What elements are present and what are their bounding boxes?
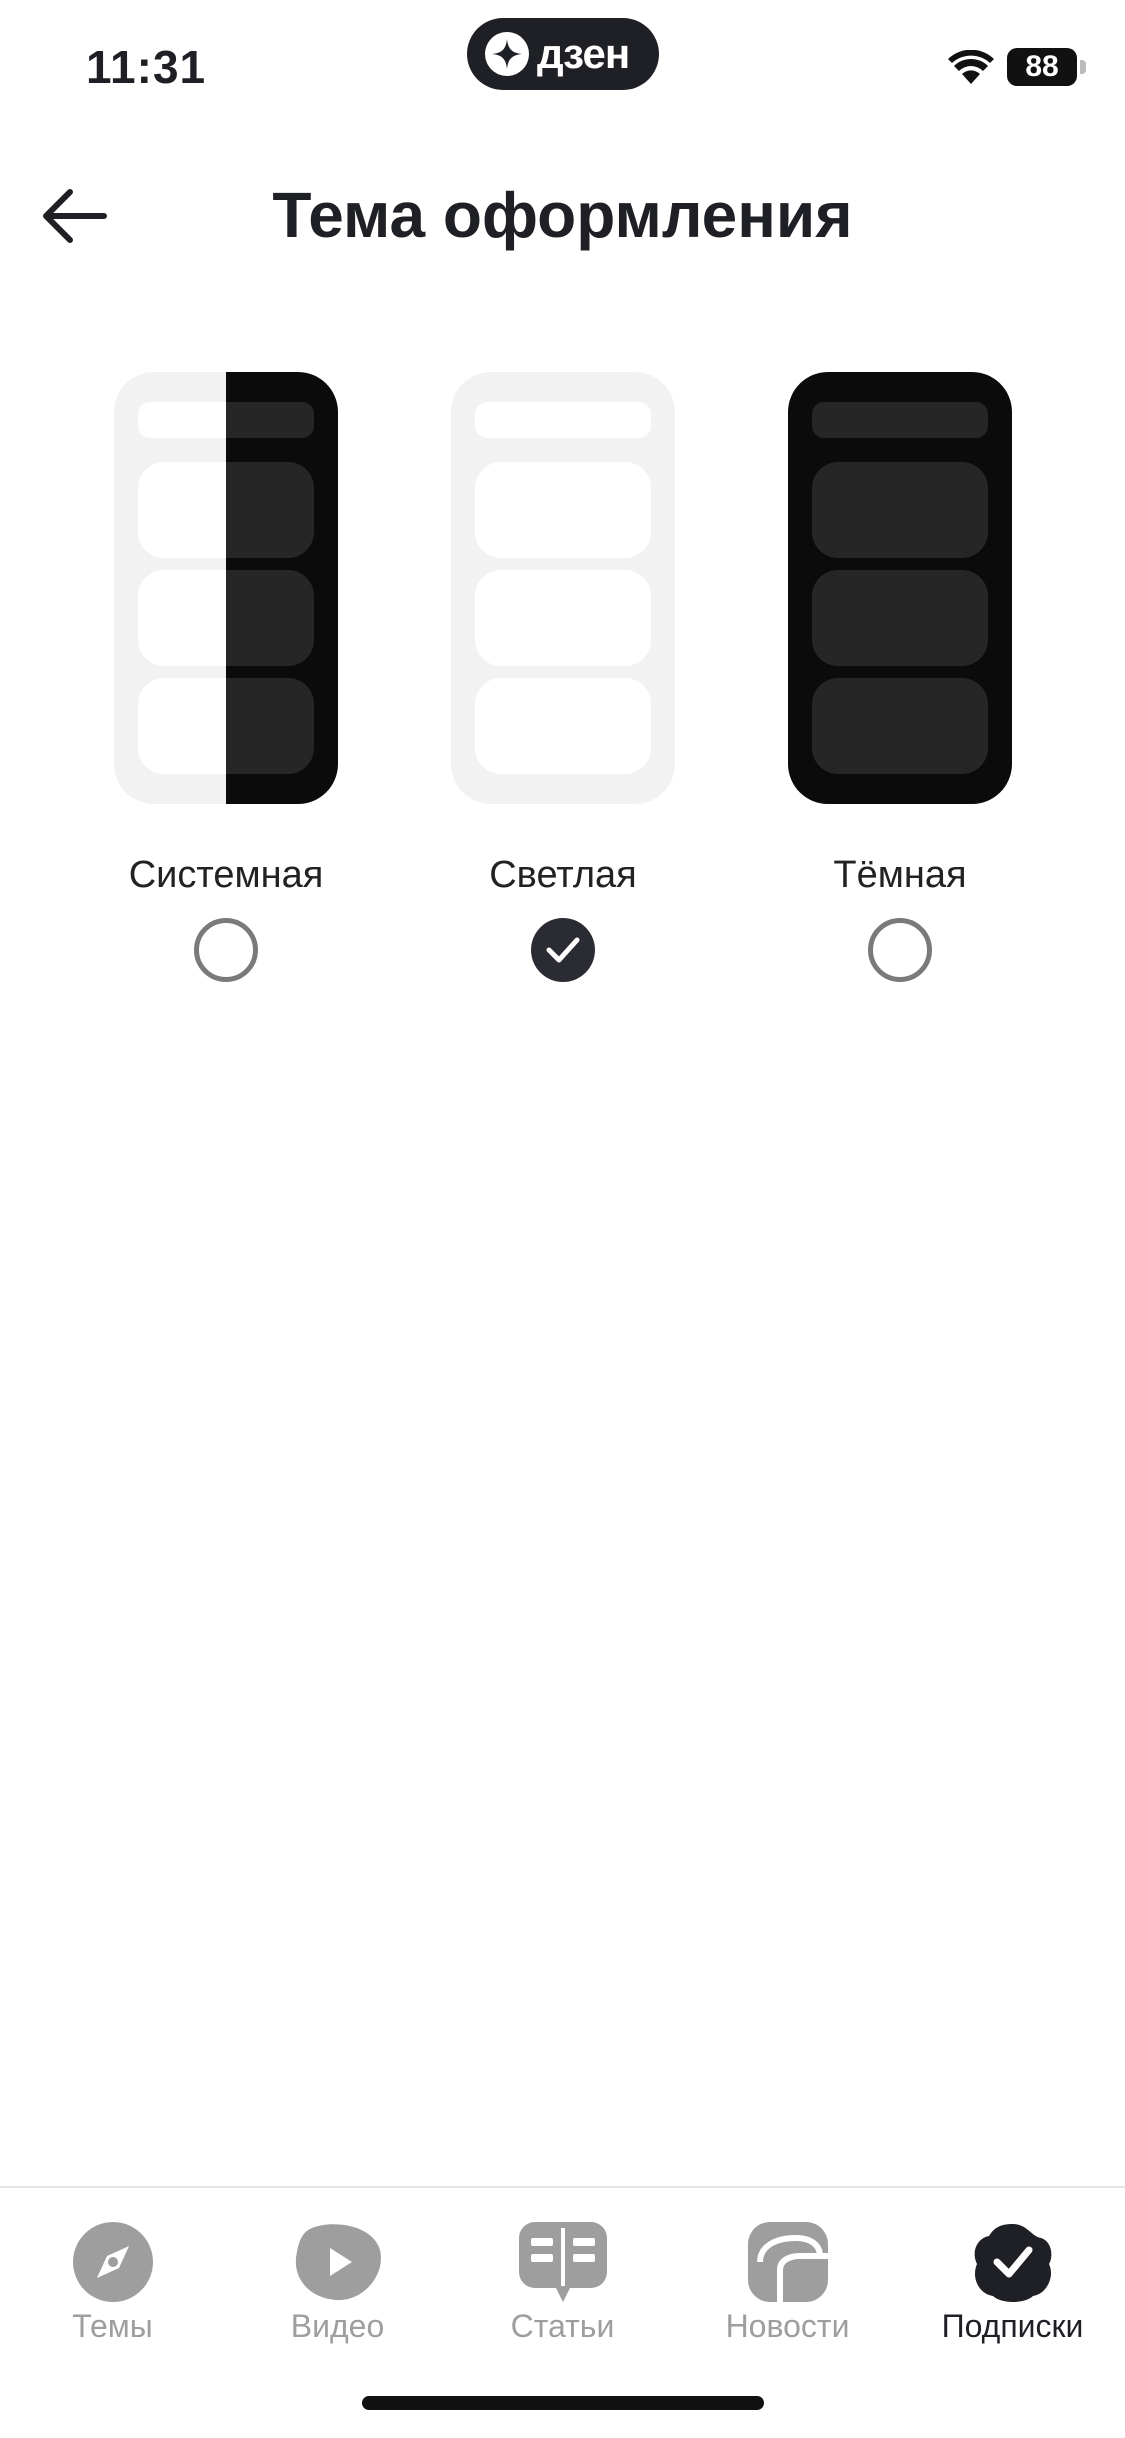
preview-block <box>138 570 314 666</box>
tab-label: Подписки <box>941 2308 1084 2344</box>
preview-block <box>812 570 988 666</box>
page-title: Тема оформления <box>272 179 853 251</box>
tab-label: Статьи <box>510 2308 615 2344</box>
wifi-icon <box>948 50 994 84</box>
book-icon <box>518 2222 607 2302</box>
preview-block <box>812 462 988 558</box>
home-indicator <box>362 2396 764 2410</box>
tab-label: Темы <box>72 2308 153 2344</box>
dzen-star-icon <box>485 32 529 76</box>
theme-label-light: Светлая <box>489 854 637 896</box>
preview-block <box>475 462 651 558</box>
preview-bar <box>475 402 651 438</box>
theme-preview-light[interactable] <box>451 372 675 804</box>
radio-dark[interactable] <box>868 918 932 982</box>
tab-news[interactable]: Новости <box>675 2202 900 2352</box>
tab-subscriptions[interactable]: Подписки <box>900 2202 1125 2352</box>
preview-block <box>475 570 651 666</box>
dzen-pill[interactable]: дзен <box>467 18 659 90</box>
news-icon <box>747 2222 828 2302</box>
theme-label-system: Системная <box>128 854 324 896</box>
play-icon <box>295 2224 381 2301</box>
preview-block <box>138 462 314 558</box>
theme-option-system[interactable]: Системная <box>114 372 338 982</box>
radio-light[interactable] <box>531 918 595 982</box>
theme-option-dark[interactable]: Тёмная <box>788 372 1012 982</box>
tab-articles[interactable]: Статьи <box>450 2202 675 2352</box>
check-icon <box>974 2224 1051 2302</box>
preview-block <box>475 678 651 774</box>
preview-block <box>138 678 314 774</box>
tab-label: Видео <box>290 2308 385 2344</box>
status-time: 11:31 <box>86 41 207 93</box>
preview-bar <box>138 402 314 438</box>
theme-preview-dark[interactable] <box>788 372 1012 804</box>
tab-themes[interactable]: Темы <box>0 2202 225 2352</box>
tab-label: Новости <box>725 2308 850 2344</box>
preview-bar <box>812 402 988 438</box>
battery-icon: 88 <box>1007 48 1077 86</box>
theme-label-dark: Тёмная <box>833 854 967 896</box>
battery-nub <box>1080 60 1086 74</box>
tab-video[interactable]: Видео <box>225 2202 450 2352</box>
radio-system[interactable] <box>194 918 258 982</box>
compass-icon <box>72 2222 153 2302</box>
preview-block <box>812 678 988 774</box>
dzen-brand: дзен <box>537 30 630 77</box>
theme-preview-system[interactable] <box>114 372 338 804</box>
status-bar: 11:31 дзен 88 <box>0 0 1125 120</box>
checkmark-icon <box>546 937 580 963</box>
theme-option-light[interactable]: Светлая <box>451 372 675 982</box>
